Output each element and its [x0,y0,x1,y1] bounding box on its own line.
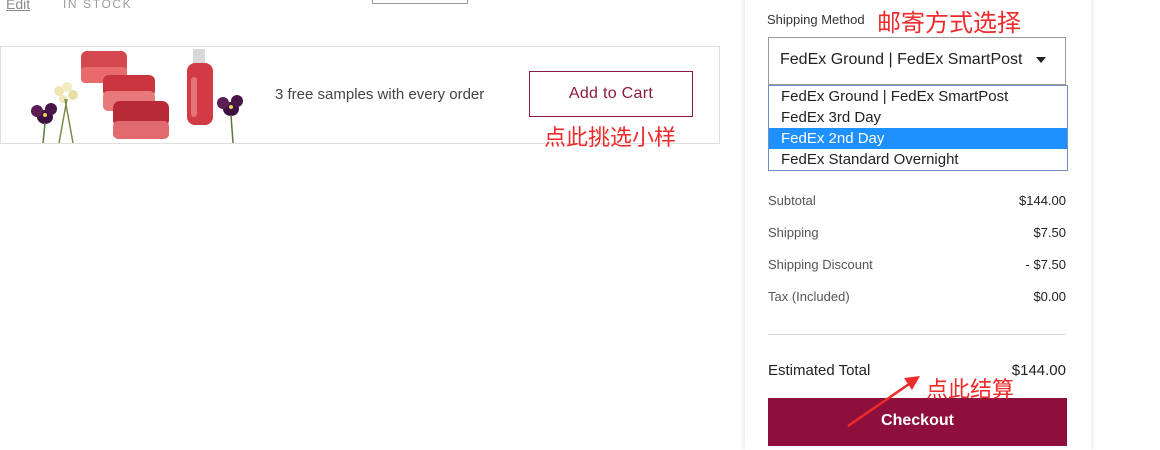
shipping-option-overnight[interactable]: FedEx Standard Overnight [769,149,1067,170]
quantity-field[interactable] [372,0,468,4]
subtotal-label: Subtotal [768,193,816,208]
checkout-annotation: 点此结算 [926,378,1015,403]
tax-value: $0.00 [1033,289,1066,304]
pick-samples-annotation: 点此挑选小样 [544,126,677,151]
tax-label: Tax (Included) [768,289,850,304]
add-to-cart-button[interactable]: Add to Cart [529,71,693,117]
shipping-method-annotation: 邮寄方式选择 [877,9,1021,37]
product-samples-image [31,49,243,143]
shipping-option-ground[interactable]: FedEx Ground | FedEx SmartPost [769,86,1067,107]
promo-text: 3 free samples with every order [275,86,485,103]
subtotal-value: $144.00 [1019,193,1066,208]
chevron-down-icon[interactable] [1036,57,1046,63]
shipping-method-dropdown: FedEx Ground | FedEx SmartPost FedEx 3rd… [768,85,1068,171]
shipping-method-label: Shipping Method [767,12,865,27]
shipping-option-2nd-day[interactable]: FedEx 2nd Day [769,128,1067,149]
summary-divider [768,334,1066,335]
shipping-discount-value: - $7.50 [1025,257,1066,272]
shipping-label: Shipping [768,225,819,240]
shipping-discount-label: Shipping Discount [768,257,873,272]
shipping-option-3rd-day[interactable]: FedEx 3rd Day [769,107,1067,128]
edit-link[interactable]: Edit [6,0,30,12]
shipping-value: $7.50 [1033,225,1066,240]
shipping-method-value: FedEx Ground | FedEx SmartPost [780,51,1023,68]
stock-status: IN STOCK [63,0,133,11]
arrow-annotation-icon [847,376,920,428]
